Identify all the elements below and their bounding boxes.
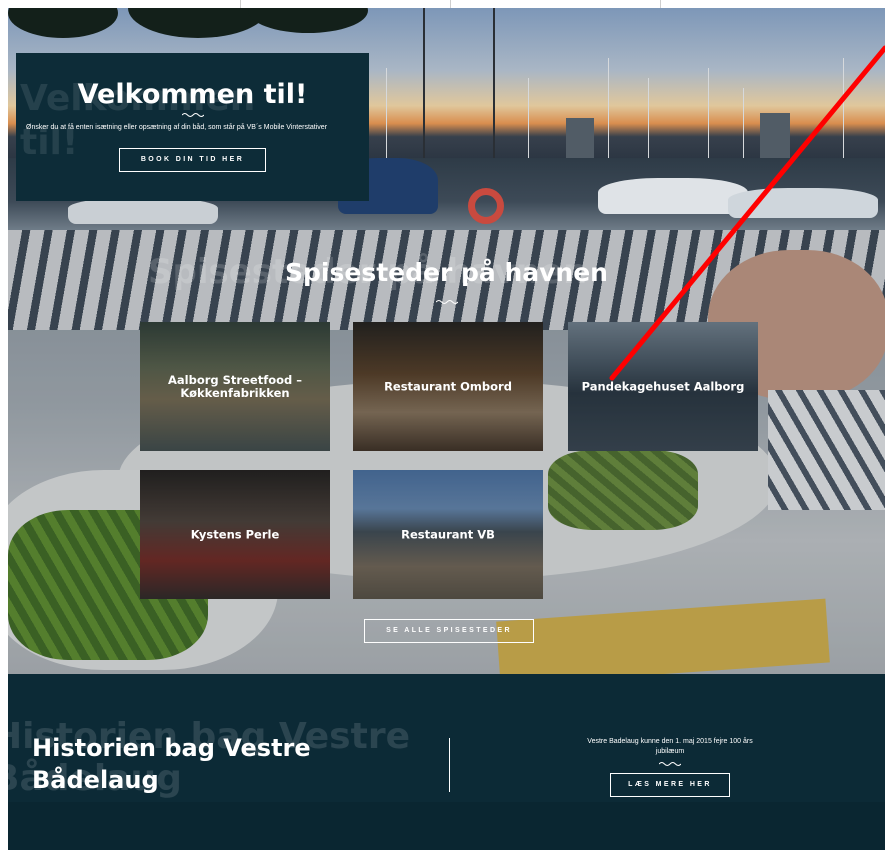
vertical-divider (449, 738, 450, 792)
restaurant-card-label: Restaurant VB (401, 527, 495, 541)
boat (728, 188, 878, 218)
strip-tick (240, 0, 241, 8)
mast (648, 78, 649, 168)
lifebuoy (468, 188, 504, 224)
welcome-title: Velkommen til! (77, 79, 308, 110)
history-section: Historien bag Vestre Bådelaug Historien … (8, 674, 885, 850)
boat (68, 198, 218, 224)
welcome-box: Velkommen til! Velkommen til! Ønsker du … (16, 53, 369, 201)
welcome-description: Ønsker du at få enten isætning eller ops… (26, 124, 328, 131)
history-description: Vestre Badelaug kunne den 1. maj 2015 fe… (587, 738, 753, 755)
tree-foliage (8, 8, 118, 38)
wave-divider-icon (436, 300, 458, 304)
restaurants-title: Spisesteder på havnen (285, 258, 608, 287)
boat (598, 178, 748, 214)
strip-tick (450, 0, 451, 8)
tree-foliage (248, 8, 368, 33)
read-more-button[interactable]: LÆS MERE HER (610, 773, 730, 797)
section-bottom-band (8, 802, 885, 850)
mast (708, 68, 709, 168)
wave-divider-icon (659, 762, 681, 766)
book-time-button[interactable]: BOOK DIN TID HER (119, 148, 266, 172)
restaurant-card-pandekagehuset[interactable]: Pandekagehuset Aalborg (568, 322, 758, 451)
hero-section: Velkommen til! Velkommen til! Ønsker du … (8, 8, 885, 230)
see-all-restaurants-button[interactable]: SE ALLE SPISESTEDER (364, 619, 534, 643)
restaurant-card-vb[interactable]: Restaurant VB (353, 470, 543, 599)
history-title: Historien bag Vestre Bådelaug (32, 734, 311, 794)
strip-tick (660, 0, 661, 8)
restaurants-section: Spisesteder på havnen Spisesteder på hav… (8, 230, 885, 674)
mast (386, 68, 387, 168)
restaurant-card-streetfood[interactable]: Aalborg Streetfood – Køkkenfabrikken (140, 322, 330, 451)
restaurant-card-ombord[interactable]: Restaurant Ombord (353, 322, 543, 451)
mast (743, 88, 744, 168)
restaurant-card-kystens-perle[interactable]: Kystens Perle (140, 470, 330, 599)
section-overlay (8, 230, 885, 674)
restaurant-card-label: Kystens Perle (190, 527, 280, 541)
restaurant-card-label: Restaurant Ombord (384, 379, 512, 393)
top-strip (0, 0, 885, 8)
building (566, 118, 594, 158)
building (760, 113, 790, 158)
restaurant-card-label: Aalborg Streetfood – Køkkenfabrikken (168, 372, 302, 400)
mast (528, 78, 529, 168)
mast (843, 58, 844, 168)
wave-divider-icon (182, 113, 204, 117)
restaurant-card-label: Pandekagehuset Aalborg (581, 379, 745, 393)
tree-foliage (128, 8, 268, 38)
mast (608, 58, 609, 168)
